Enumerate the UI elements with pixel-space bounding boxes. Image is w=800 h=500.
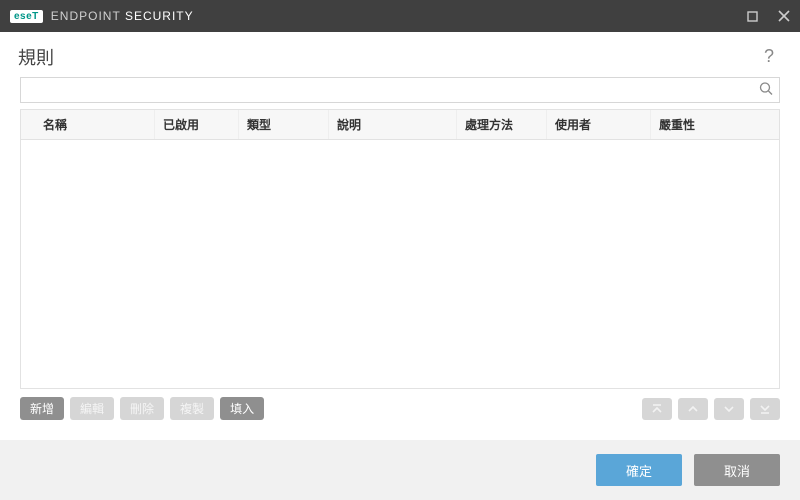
rules-table: 名稱 已啟用 類型 說明 處理方法 使用者 嚴重性 <box>20 109 780 389</box>
add-button[interactable]: 新增 <box>20 397 64 420</box>
table-body[interactable] <box>21 140 779 388</box>
table-empty-area <box>21 140 779 388</box>
move-down-button <box>714 398 744 420</box>
move-top-button <box>642 398 672 420</box>
header: 規則 ? <box>0 32 800 77</box>
search-bar <box>20 77 780 103</box>
col-severity[interactable]: 嚴重性 <box>651 110 779 139</box>
move-bottom-button <box>750 398 780 420</box>
col-enabled[interactable]: 已啟用 <box>155 110 239 139</box>
action-row: 新增 編輯 刪除 複製 填入 <box>20 397 780 420</box>
col-action[interactable]: 處理方法 <box>457 110 547 139</box>
copy-button: 複製 <box>170 397 214 420</box>
close-button[interactable] <box>768 0 800 32</box>
footer: 確定 取消 <box>0 440 800 500</box>
maximize-button[interactable] <box>736 0 768 32</box>
col-user[interactable]: 使用者 <box>547 110 651 139</box>
col-type[interactable]: 類型 <box>239 110 329 139</box>
page-title: 規則 <box>18 44 54 70</box>
search-icon[interactable] <box>756 79 776 102</box>
populate-button[interactable]: 填入 <box>220 397 264 420</box>
title-bar: eseT ENDPOINT SECURITY <box>0 0 800 32</box>
col-name[interactable]: 名稱 <box>21 110 155 139</box>
logo-badge: eseT <box>10 10 43 23</box>
cancel-button[interactable]: 取消 <box>694 454 780 486</box>
ok-button[interactable]: 確定 <box>596 454 682 486</box>
col-description[interactable]: 說明 <box>329 110 457 139</box>
move-up-button <box>678 398 708 420</box>
help-icon[interactable]: ? <box>758 42 780 71</box>
table-header: 名稱 已啟用 類型 說明 處理方法 使用者 嚴重性 <box>21 109 779 140</box>
edit-button: 編輯 <box>70 397 114 420</box>
product-name: ENDPOINT SECURITY <box>51 9 194 23</box>
delete-button: 刪除 <box>120 397 164 420</box>
search-input[interactable] <box>20 77 780 103</box>
